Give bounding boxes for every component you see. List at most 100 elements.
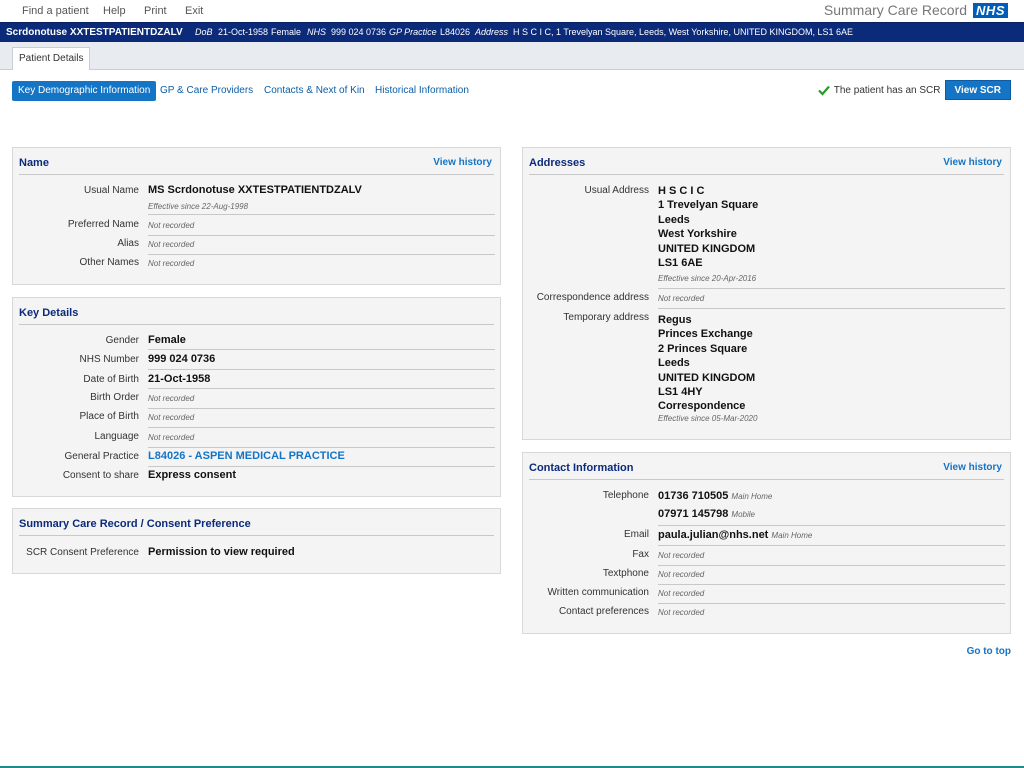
usual-address-label: Usual Address — [584, 185, 649, 196]
preferred-name-label: Preferred Name — [67, 219, 139, 230]
contact-view-history-link[interactable]: View history — [943, 462, 1002, 473]
divider — [148, 369, 495, 370]
consent-preference-panel: Summary Care Record / Consent Preference… — [12, 508, 501, 574]
scr-consent-label: SCR Consent Preference — [26, 547, 139, 558]
address-line: Correspondence — [658, 400, 746, 413]
correspondence-label: Correspondence address — [536, 292, 649, 303]
scr-status: The patient has an SCR View SCR — [817, 80, 1011, 100]
email-type: Main Home — [771, 531, 813, 540]
go-to-top-link[interactable]: Go to top — [967, 646, 1011, 657]
email-value: paula.julian@nhs.net Main Home — [658, 529, 812, 541]
banner-patient-name: Scrdonotuse XXTESTPATIENTDZALV — [6, 27, 183, 38]
print-link[interactable]: Print — [144, 5, 167, 17]
tab-patient-details[interactable]: Patient Details — [12, 47, 91, 70]
alias-label: Alias — [117, 238, 139, 249]
tab-strip: Patient Details — [0, 42, 1024, 70]
contact-preferences-label: Contact preferences — [558, 606, 649, 617]
divider — [148, 254, 495, 255]
dob-label: Date of Birth — [83, 374, 139, 385]
phone-2-number: 07971 145798 — [658, 508, 729, 520]
language-label: Language — [94, 431, 140, 442]
exit-link[interactable]: Exit — [185, 5, 203, 17]
name-panel: Name View history Usual Name MS Scrdonot… — [12, 147, 501, 285]
address-line: UNITED KINGDOM — [658, 371, 756, 384]
divider — [148, 408, 495, 409]
divider — [658, 603, 1005, 604]
check-icon — [817, 85, 830, 96]
usual-name-effective: Effective since 22-Aug-1998 — [148, 202, 249, 211]
help-link[interactable]: Help — [103, 5, 126, 17]
usual-name-label: Usual Name — [83, 185, 139, 196]
divider — [148, 388, 495, 389]
contact-preferences-value: Not recorded — [658, 608, 705, 617]
temporary-address-lines: Regus Princes Exchange 2 Princes Square … — [658, 313, 755, 414]
divider — [148, 466, 495, 467]
subnav-historical-information[interactable]: Historical Information — [375, 81, 469, 101]
scr-consent-value: Permission to view required — [148, 546, 295, 558]
nhs-logo: NHS — [973, 2, 1008, 18]
subnav-contacts-next-of-kin[interactable]: Contacts & Next of Kin — [264, 81, 365, 101]
other-names-value: Not recorded — [148, 259, 195, 268]
general-practice-link[interactable]: L84026 - ASPEN MEDICAL PRACTICE — [148, 450, 345, 462]
phone-2-type: Mobile — [731, 510, 755, 519]
name-panel-header: Name View history — [19, 148, 494, 175]
banner-dob-label: DoB — [195, 27, 213, 37]
phone-mobile: 07971 145798 Mobile — [658, 508, 755, 520]
address-line: West Yorkshire — [658, 228, 737, 241]
divider — [148, 427, 495, 428]
banner-address-label: Address — [475, 27, 509, 37]
address-line: 2 Princes Square — [658, 342, 748, 355]
textphone-value: Not recorded — [658, 570, 705, 579]
addresses-title: Addresses — [529, 157, 586, 169]
correspondence-value: Not recorded — [658, 294, 705, 303]
divider — [658, 288, 1005, 289]
subnav-key-demographic[interactable]: Key Demographic Information — [12, 81, 157, 101]
name-view-history-link[interactable]: View history — [433, 157, 492, 168]
contact-information-panel: Contact Information View history Telepho… — [522, 452, 1011, 634]
find-patient-link[interactable]: Find a patient — [22, 5, 89, 17]
email-label: Email — [623, 529, 649, 540]
phone-1-type: Main Home — [731, 492, 773, 501]
address-line: 1 Trevelyan Square — [658, 199, 759, 212]
written-communication-value: Not recorded — [658, 589, 705, 598]
addresses-header: Addresses View history — [529, 148, 1004, 175]
temporary-address-label: Temporary address — [563, 312, 649, 323]
place-of-birth-label: Place of Birth — [79, 411, 139, 422]
patient-banner: Scrdonotuse XXTESTPATIENTDZALV DoB 21-Oc… — [0, 22, 1024, 42]
divider — [658, 565, 1005, 566]
view-scr-button[interactable]: View SCR — [944, 80, 1011, 100]
key-details-panel: Key Details Gender Female NHS Number 999… — [12, 297, 501, 497]
addresses-view-history-link[interactable]: View history — [943, 157, 1002, 168]
birth-order-label: Birth Order — [90, 392, 139, 403]
divider — [658, 545, 1005, 546]
nhs-number-value: 999 024 0736 — [148, 353, 216, 365]
banner-gp-label: GP Practice — [389, 27, 437, 37]
phone-1-number: 01736 710505 — [658, 490, 729, 502]
key-details-header: Key Details — [19, 298, 494, 325]
address-line: Princes Exchange — [658, 328, 753, 341]
preferred-name-value: Not recorded — [148, 221, 195, 230]
consent-preference-header: Summary Care Record / Consent Preference — [19, 509, 494, 536]
address-line: UNITED KINGDOM — [658, 242, 756, 255]
address-line: LS1 6AE — [658, 257, 703, 270]
other-names-label: Other Names — [79, 257, 139, 268]
dob-value: 21-Oct-1958 — [148, 373, 211, 385]
usual-address-lines: H S C I C 1 Trevelyan Square Leeds West … — [658, 184, 758, 270]
top-navigation: Find a patient Help Print Exit Summary C… — [0, 0, 1024, 22]
divider — [658, 584, 1005, 585]
app-title: Summary Care Record — [823, 2, 968, 18]
fax-value: Not recorded — [658, 551, 705, 560]
address-line: Leeds — [658, 357, 690, 370]
consent-label: Consent to share — [62, 470, 139, 481]
address-line: Leeds — [658, 213, 690, 226]
divider — [148, 349, 495, 350]
language-value: Not recorded — [148, 433, 195, 442]
banner-gender: Female — [271, 27, 302, 37]
usual-address-effective: Effective since 20-Apr-2016 — [658, 274, 757, 283]
general-practice-label: General Practice — [64, 451, 139, 462]
subnav-gp-care-providers[interactable]: GP & Care Providers — [160, 81, 253, 101]
banner-nhs-label: NHS — [307, 27, 327, 37]
name-panel-title: Name — [19, 157, 49, 169]
address-line: LS1 4HY — [658, 386, 703, 399]
birth-order-value: Not recorded — [148, 394, 195, 403]
